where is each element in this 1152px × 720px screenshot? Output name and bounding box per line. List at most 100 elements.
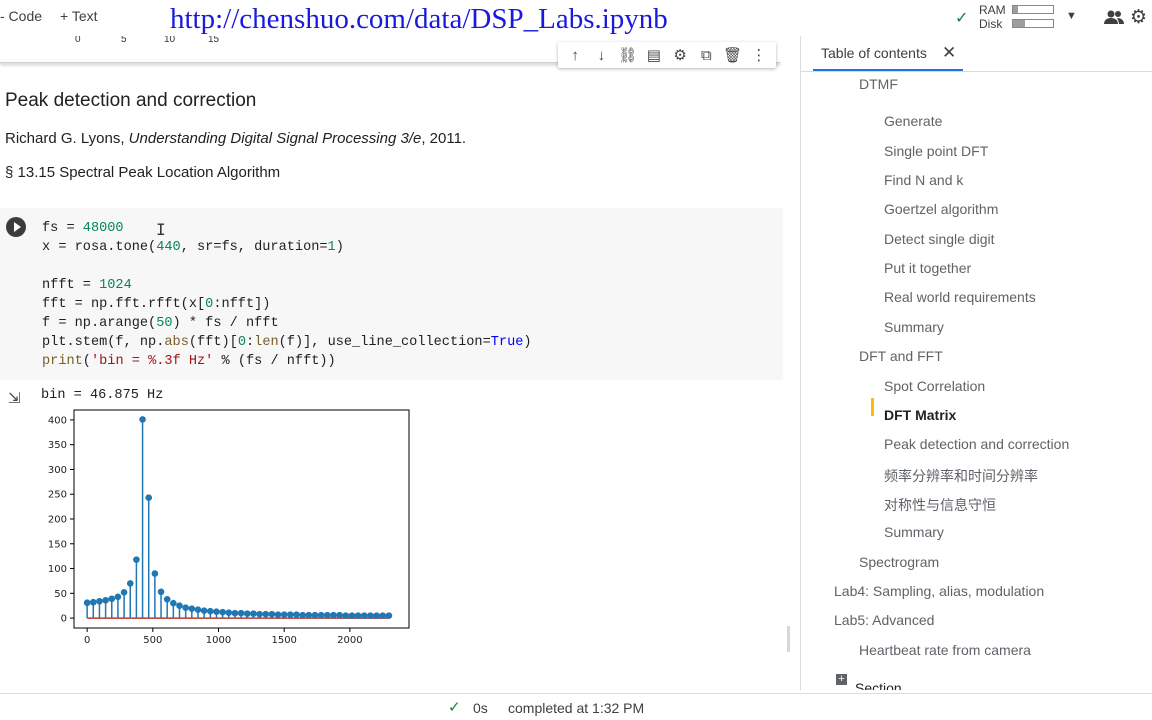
cell-toolbar: ↑ ↓ ⛓ ▤ ⚙ ⧉ 🗑 ⋮: [558, 42, 776, 68]
stem-marker: [96, 597, 103, 605]
delete-icon[interactable]: 🗑: [723, 46, 743, 64]
stem-marker: [311, 611, 319, 619]
citation-title: Understanding Digital Signal Processing …: [128, 130, 422, 147]
status-bar: ✓ 0s completed at 1:32 PM: [0, 693, 1152, 720]
stem-marker: [342, 612, 350, 619]
y-tick-label: 200: [48, 515, 67, 526]
stem-marker: [360, 612, 368, 619]
move-down-icon[interactable]: ↓: [591, 47, 611, 64]
vertical-scrollbar[interactable]: [787, 626, 790, 652]
x-axis: 0 500 1000 1500 2000: [84, 628, 363, 646]
output-text: bin = 46.875 Hz: [41, 388, 164, 403]
toc-item[interactable]: DTMF: [859, 76, 898, 92]
toc-list: DTMF Generate Single point DFT Find N and k…: [801, 36, 1152, 690]
stem-marker: [83, 599, 91, 607]
stem-marker: [120, 589, 128, 596]
y-tick-label: 400: [48, 415, 67, 426]
toc-item[interactable]: Lab4: Sampling, alias, modulation: [834, 583, 1044, 599]
add-text-button[interactable]: + Text: [60, 8, 98, 24]
disk-bar-fill: [1013, 20, 1025, 27]
gear-icon[interactable]: ⚙: [1130, 6, 1147, 29]
x-tick-label: 1500: [271, 635, 296, 646]
chevron-down-icon[interactable]: ▼: [1066, 10, 1077, 22]
add-section-icon[interactable]: +: [836, 674, 847, 685]
y-tick-label: 350: [48, 440, 67, 451]
stem-marker: [256, 610, 263, 618]
stem-marker: [170, 599, 177, 607]
stem-marker: [250, 610, 257, 617]
toc-item[interactable]: Goertzel algorithm: [884, 201, 998, 217]
toc-item[interactable]: Real world requirements: [884, 289, 1036, 305]
notebook-area: 0 5 10 15 ↑ ↓ ⛓ ▤ ⚙ ⧉ 🗑 ⋮ Peak detection…: [0, 36, 790, 682]
toc-item[interactable]: Detect single digit: [884, 231, 995, 247]
tick-label: 5: [121, 36, 127, 45]
output-icon[interactable]: ⇲: [8, 389, 21, 407]
toc-item[interactable]: Put it together: [884, 260, 971, 276]
toc-item[interactable]: 频率分辨率和时间分辨率: [884, 466, 1038, 486]
stem-marker: [243, 610, 251, 617]
status-message: completed at 1:32 PM: [508, 700, 645, 716]
stem-marker: [225, 609, 233, 616]
y-tick-label: 150: [48, 539, 67, 550]
stem-marker: [126, 580, 134, 587]
toc-item[interactable]: Spot Correlation: [884, 378, 985, 394]
toc-item[interactable]: Summary: [884, 319, 944, 335]
toc-item[interactable]: Lab5: Advanced: [834, 612, 934, 628]
top-toolbar: - Code + Text http://chenshuo.com/data/D…: [0, 0, 1152, 36]
toc-item[interactable]: DFT Matrix: [884, 407, 956, 423]
stem-marker: [108, 595, 116, 603]
status-time: 0s: [473, 700, 488, 716]
stem-marker: [237, 609, 245, 617]
more-vert-icon[interactable]: ⋮: [749, 46, 769, 64]
x-tick-label: 1000: [206, 635, 231, 646]
stem-marker: [293, 611, 300, 618]
stem-marker: [200, 607, 208, 614]
link-icon[interactable]: ⛓: [618, 46, 638, 64]
x-tick-label: 2000: [337, 635, 362, 646]
stem-marker: [274, 611, 282, 618]
mirror-cell-icon[interactable]: ⧉: [696, 47, 716, 64]
stem-marker: [157, 588, 165, 596]
cell-settings-icon[interactable]: ⚙: [670, 46, 690, 64]
ram-label: RAM: [979, 3, 1006, 17]
y-tick-label: 50: [54, 589, 67, 600]
toc-item[interactable]: Single point DFT: [884, 143, 988, 159]
run-cell-button[interactable]: [6, 217, 26, 237]
disk-bar[interactable]: [1012, 19, 1054, 28]
toc-item[interactable]: 对称性与信息守恒: [884, 495, 996, 515]
comment-icon[interactable]: ▤: [644, 46, 664, 64]
stem-marker: [151, 570, 159, 577]
stem-marker: [231, 609, 239, 617]
stem-marker: [114, 593, 122, 601]
toc-item[interactable]: Heartbeat rate from camera: [859, 642, 1031, 658]
stem-marker: [102, 596, 109, 604]
add-code-button[interactable]: - Code: [0, 8, 42, 24]
stem-marker: [287, 611, 294, 618]
toc-item[interactable]: Peak detection and correction: [884, 436, 1069, 452]
citation: Richard G. Lyons, Understanding Digital …: [5, 130, 466, 147]
move-up-icon[interactable]: ↑: [565, 47, 585, 64]
citation-year: , 2011.: [421, 130, 467, 147]
stem-marker: [213, 608, 220, 615]
y-tick-label: 0: [61, 614, 67, 625]
stem-marker: [194, 606, 202, 613]
stem-marker: [299, 611, 306, 619]
stem-marker: [385, 612, 393, 619]
stem-marker: [163, 595, 171, 603]
toc-item[interactable]: DFT and FFT: [859, 348, 943, 364]
table-of-contents-panel: Table of contents ✕ DTMF Generate Single p…: [800, 36, 1152, 690]
ram-bar[interactable]: [1012, 5, 1054, 14]
stem-marker: [367, 612, 374, 619]
stem-marker: [139, 416, 146, 423]
people-icon[interactable]: [1103, 9, 1125, 25]
stem-marker: [206, 607, 214, 615]
toc-item[interactable]: Generate: [884, 113, 942, 129]
x-tick-label: 500: [143, 635, 162, 646]
toc-item[interactable]: Spectrogram: [859, 554, 939, 570]
toc-item[interactable]: Summary: [884, 524, 944, 540]
toc-item[interactable]: Find N and k: [884, 172, 963, 188]
toc-item[interactable]: Section: [855, 680, 902, 690]
stem-marker: [89, 598, 97, 606]
y-tick-label: 300: [48, 465, 67, 476]
code-editor[interactable]: fs = 48000 x = rosa.tone(440, sr=fs, dur…: [42, 219, 532, 371]
